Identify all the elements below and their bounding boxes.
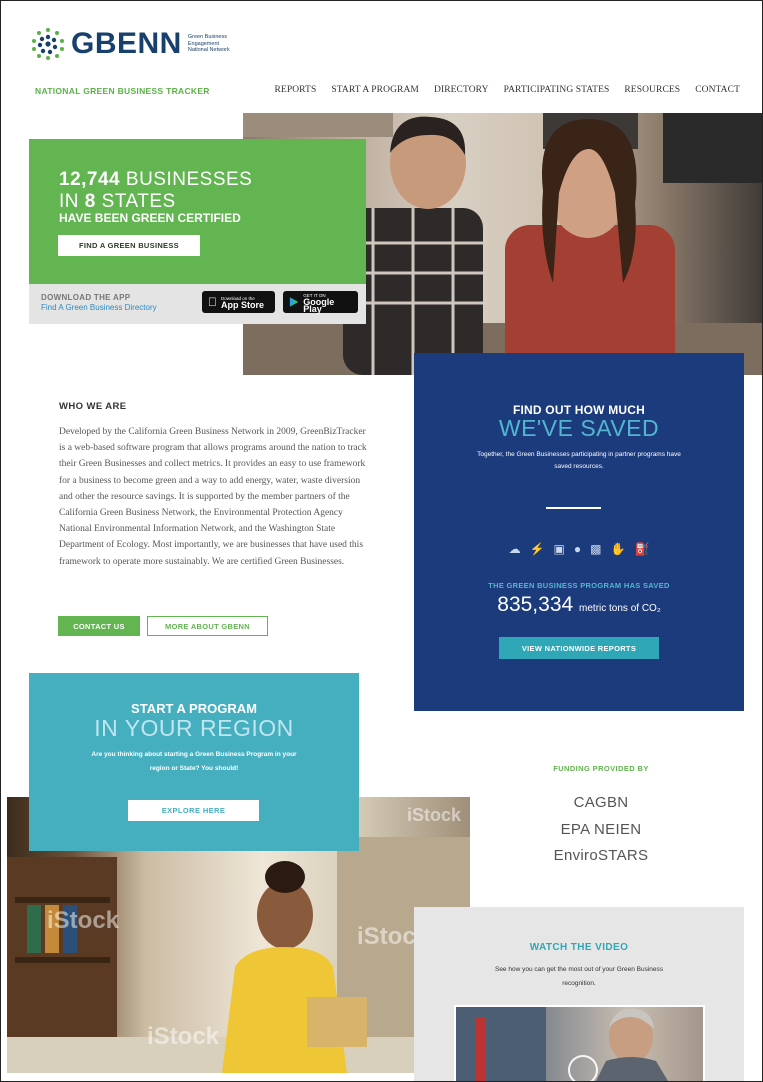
savings-panel: FIND OUT HOW MUCH WE'VE SAVED Together, … xyxy=(414,353,744,711)
savings-description: Together, the Green Businesses participa… xyxy=(477,451,681,470)
video-thumbnail[interactable] xyxy=(454,1005,705,1081)
water-drop-icon: ● xyxy=(573,542,582,556)
who-we-are-text: Developed by the California Green Busine… xyxy=(59,427,367,567)
istock-watermark: iStock xyxy=(47,907,120,934)
funder-envirostars[interactable]: EnviroSTARS xyxy=(471,847,731,864)
apple-icon:  xyxy=(208,295,217,309)
who-we-are-heading: WHO WE ARE xyxy=(59,401,127,412)
savings-divider xyxy=(546,507,601,509)
co2-saved-value: 835,334 metric tons of CO₂ xyxy=(497,593,661,616)
cloud-icon: ☁ xyxy=(508,542,521,556)
istock-watermark: iStock xyxy=(407,805,462,825)
start-program-subtitle: IN YOUR REGION xyxy=(94,715,294,741)
hand-icon: ✋ xyxy=(610,542,626,556)
nav-directory[interactable]: DIRECTORY xyxy=(434,85,489,95)
logo-tagline: Green Business Engagement National Netwo… xyxy=(187,34,230,54)
explore-here-button[interactable]: EXPLORE HERE xyxy=(128,800,259,821)
play-icon[interactable] xyxy=(568,1055,598,1081)
google-play-icon xyxy=(289,297,299,307)
istock-watermark: iStock xyxy=(147,1023,220,1050)
start-program-title: START A PROGRAM xyxy=(131,701,257,716)
download-app-label: DOWNLOAD THE APP xyxy=(41,293,131,302)
savings-title: WE'VE SAVED xyxy=(498,415,660,441)
nav-contact[interactable]: CONTACT xyxy=(695,85,740,95)
nav-start-a-program[interactable]: START A PROGRAM xyxy=(331,85,419,95)
start-program-description: Are you thinking about starting a Green … xyxy=(91,751,297,772)
video-panel: WATCH THE VIDEO See how you can get the … xyxy=(414,907,744,1081)
video-description: See how you can get the most out of your… xyxy=(494,966,663,987)
plug-icon: ⚡ xyxy=(529,542,545,556)
nav-participating-states[interactable]: PARTICIPATING STATES xyxy=(504,85,610,95)
hero-count-heading: 12,744 BUSINESSES IN 8 STATES xyxy=(59,169,253,212)
funder-cagbn[interactable]: CAGBN xyxy=(471,794,731,811)
logo-wordmark: GBENN xyxy=(71,27,182,60)
gbenn-logo[interactable]: GBENN Green Business Engagement National… xyxy=(31,23,236,65)
more-about-gbenn-button[interactable]: MORE ABOUT GBENN xyxy=(147,616,268,636)
resource-icon-row: ☁ ⚡ ▣ ● ▩ ✋ ⛽ xyxy=(414,542,744,556)
program-saved-label: THE GREEN BUSINESS PROGRAM HAS SAVED xyxy=(488,581,670,590)
hero-subtitle: HAVE BEEN GREEN CERTIFIED xyxy=(59,211,241,225)
find-green-business-button[interactable]: FIND A GREEN BUSINESS xyxy=(58,235,200,256)
directory-app-link[interactable]: Find A Green Business Directory xyxy=(41,303,157,312)
trash-icon: ▣ xyxy=(553,542,565,556)
watch-video-title: WATCH THE VIDEO xyxy=(529,942,629,953)
main-nav: REPORTS START A PROGRAM DIRECTORY PARTIC… xyxy=(275,85,741,95)
page-frame: GBENN Green Business Engagement National… xyxy=(0,0,763,1082)
view-nationwide-reports-button[interactable]: VIEW NATIONWIDE REPORTS xyxy=(499,637,659,659)
nav-resources[interactable]: RESOURCES xyxy=(624,85,680,95)
gas-pump-icon: ⛽ xyxy=(634,542,650,556)
funding-label: FUNDING PROVIDED BY xyxy=(553,764,649,773)
contact-us-button[interactable]: CONTACT US xyxy=(58,616,140,636)
funder-epa-neien[interactable]: EPA NEIEN xyxy=(471,821,731,838)
tracker-label: NATIONAL GREEN BUSINESS TRACKER xyxy=(35,86,210,96)
recycle-bin-icon: ▩ xyxy=(590,542,602,556)
logo-dots-icon xyxy=(32,28,64,60)
nav-reports[interactable]: REPORTS xyxy=(275,85,317,95)
app-store-badge[interactable]:  Download on the App Store xyxy=(202,291,275,313)
start-program-panel: START A PROGRAM IN YOUR REGION Are you t… xyxy=(29,673,359,851)
google-play-badge[interactable]: GET IT ON Google Play xyxy=(283,291,358,313)
